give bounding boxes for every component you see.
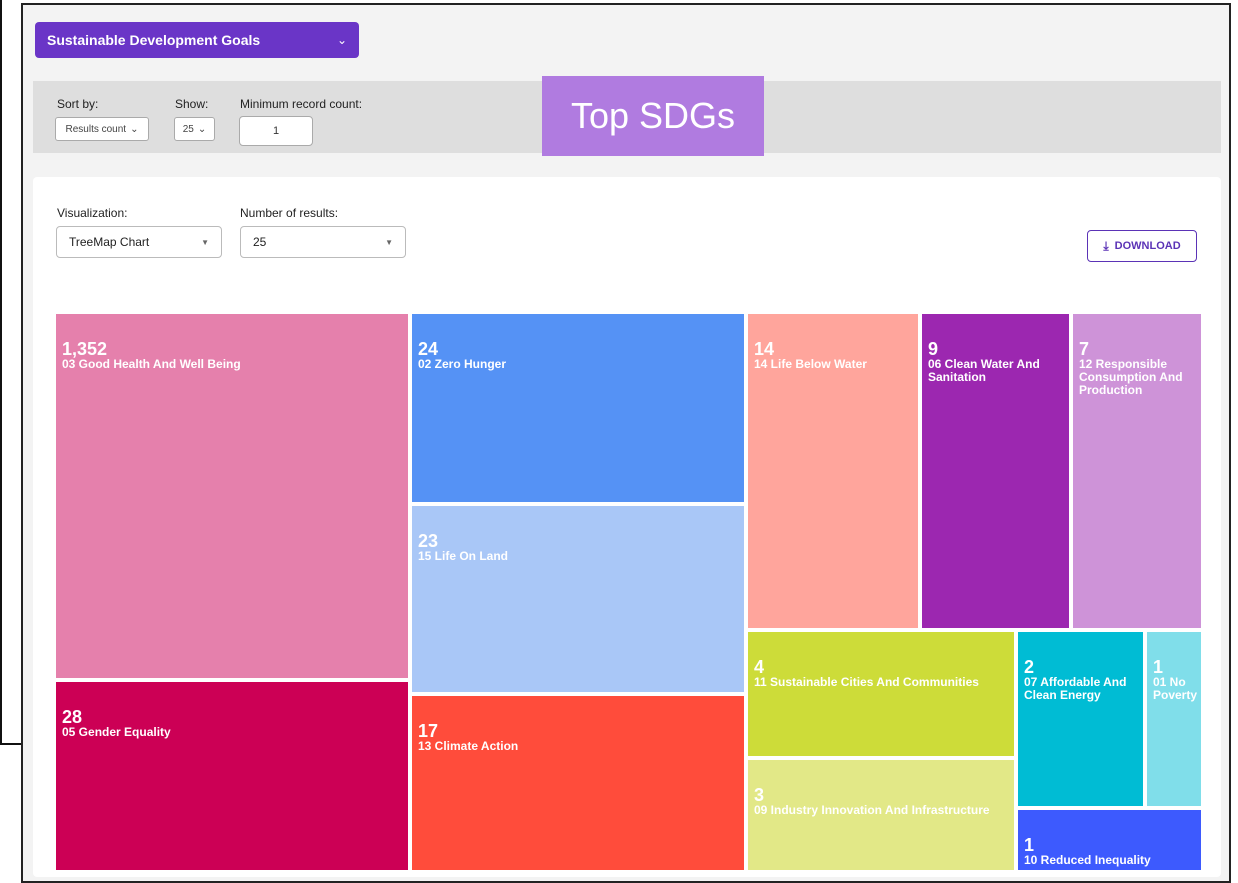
tile-value: 7 [1079,339,1090,359]
caret-down-icon: ▼ [201,237,209,247]
tile-value: 1 [1153,657,1164,677]
tile-label: 07 Affordable And Clean Energy [1024,675,1127,702]
show-select[interactable]: 25 ⌄ [174,117,215,141]
app-window: Sustainable Development Goals ⌄ Sort by:… [21,3,1231,883]
treemap-tile[interactable]: 3 09 Industry Innovation And Infrastructu… [748,760,1014,870]
download-icon: ⤓ [1103,238,1109,253]
tile-value: 2 [1024,657,1035,677]
results-card: Visualization: TreeMap Chart ▼ Number of… [33,177,1221,877]
treemap-tile[interactable]: 9 06 Clean Water And Sanitation [922,314,1069,628]
sdg-category-label: Sustainable Development Goals [47,32,261,48]
tile-label: 13 Climate Action [418,739,519,753]
download-label: DOWNLOAD [1114,240,1181,252]
sdg-category-dropdown[interactable]: Sustainable Development Goals ⌄ [35,22,359,58]
caret-down-icon: ▼ [385,237,393,247]
treemap-tile[interactable]: 7 12 Responsible Consumption And Producti… [1073,314,1201,628]
tile-value: 1 [1024,835,1035,855]
tile-value: 9 [928,339,939,359]
results-count-select[interactable]: 25 ▼ [240,226,406,258]
treemap-tile[interactable]: 24 02 Zero Hunger [412,314,744,502]
tile-value: 24 [418,339,439,359]
tile-value: 23 [418,531,439,551]
tile-value: 28 [62,707,83,727]
sort-by-select[interactable]: Results count ⌄ [55,117,149,141]
tile-label: 09 Industry Innovation And Infrastructur… [754,803,990,817]
results-count-label: Number of results: [240,206,339,220]
tile-label: 15 Life On Land [418,549,509,563]
tile-value: 1,352 [62,339,108,359]
tile-label: 14 Life Below Water [754,357,867,371]
guide-line-vertical [0,0,2,745]
sort-by-value: Results count [65,123,127,135]
tile-label: 11 Sustainable Cities And Communities [754,675,979,689]
chevron-down-icon: ⌄ [336,33,347,47]
treemap-tile[interactable]: 14 14 Life Below Water [748,314,918,628]
sort-by-label: Sort by: [57,97,99,111]
treemap-tile[interactable]: 28 05 Gender Equality [56,682,408,870]
results-count-value: 25 [253,235,267,249]
chevron-down-icon: ⌄ [130,123,139,135]
tile-value: 17 [418,721,439,741]
visualization-label: Visualization: [57,206,128,220]
visualization-value: TreeMap Chart [69,235,150,249]
top-sdgs-banner: Top SDGs [542,76,764,156]
treemap-tile[interactable]: 1,352 03 Good Health And Well Being [56,314,408,678]
tile-label: 10 Reduced Inequality [1024,853,1151,867]
tile-value: 14 [754,339,775,359]
download-button[interactable]: ⤓ DOWNLOAD [1087,230,1197,262]
show-value: 25 [182,123,194,135]
tile-label: 12 Responsible Consumption And Productio… [1079,357,1183,397]
guide-line-horizontal [0,743,22,745]
tile-label: 06 Clean Water And Sanitation [928,357,1040,384]
min-record-label: Minimum record count: [240,97,363,111]
treemap-tile[interactable]: 4 11 Sustainable Cities And Communities [748,632,1014,756]
treemap-tile[interactable]: 1 10 Reduced Inequality [1018,810,1201,870]
tile-label: 05 Gender Equality [62,725,171,739]
filter-bar: Sort by: Results count ⌄ Show: 25 ⌄ Mini… [33,76,1221,156]
tile-label: 03 Good Health And Well Being [62,357,241,371]
tile-label: 01 No Poverty [1153,675,1198,702]
treemap-tile[interactable]: 17 13 Climate Action [412,696,744,870]
treemap-tile[interactable]: 2 07 Affordable And Clean Energy [1018,632,1143,806]
visualization-select[interactable]: TreeMap Chart ▼ [56,226,222,258]
tile-value: 3 [754,785,765,805]
show-label: Show: [175,97,209,111]
treemap-chart: 1,352 03 Good Health And Well Being 28 05 G… [56,314,1201,870]
treemap-tile[interactable]: 23 15 Life On Land [412,506,744,692]
treemap-tile[interactable]: 1 01 No Poverty [1147,632,1201,806]
chevron-down-icon: ⌄ [197,123,207,135]
min-record-input[interactable] [239,116,313,146]
banner-text: Top SDGs [570,95,736,136]
tile-label: 02 Zero Hunger [418,357,507,371]
tile-value: 4 [754,657,765,677]
